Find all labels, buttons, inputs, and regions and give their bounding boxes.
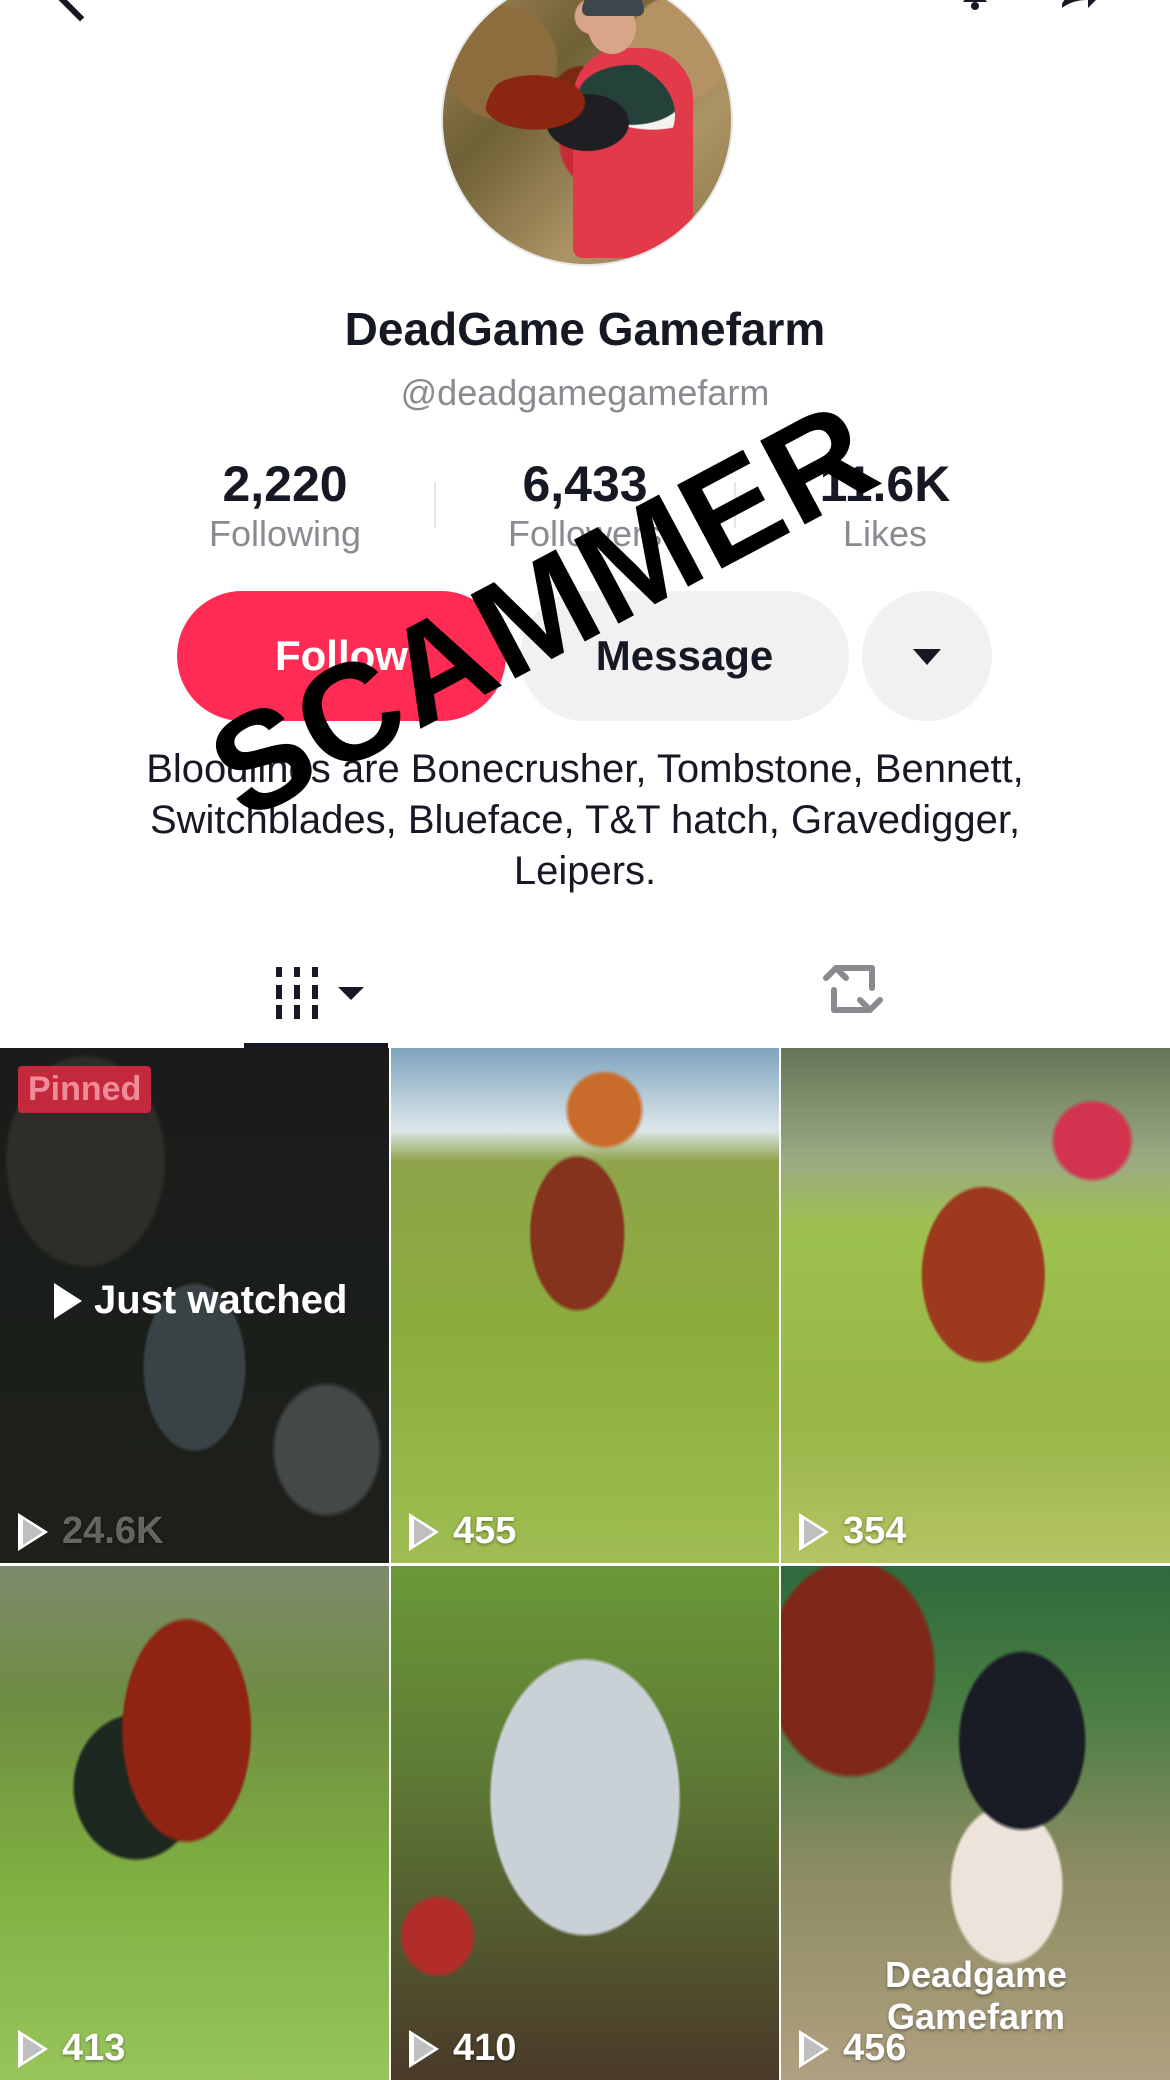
video-tile-5[interactable]: 410: [391, 1566, 779, 2080]
play-icon: [54, 1282, 82, 1319]
view-count: 413: [18, 2027, 125, 2070]
following-label: Following: [208, 513, 362, 554]
view-count: 24.6K: [18, 1510, 163, 1553]
pinned-badge: Pinned: [18, 1066, 152, 1113]
just-watched-label: Just watched: [94, 1278, 348, 1322]
view-count: 410: [409, 2027, 516, 2070]
view-count: 456: [799, 2027, 906, 2070]
view-count: 455: [409, 1510, 516, 1553]
play-icon: [799, 2029, 829, 2068]
view-count-text: 354: [843, 1510, 907, 1552]
following-count: 2,220: [222, 456, 348, 512]
message-button[interactable]: Message: [520, 591, 849, 721]
stat-divider: [434, 482, 436, 528]
bell-icon[interactable]: [960, 0, 990, 10]
more-options-button[interactable]: [862, 591, 992, 721]
play-icon: [18, 1512, 48, 1551]
grid-icon: [276, 967, 318, 1019]
video-grid: Pinned Just watched 24.6K 455 354 413 41…: [0, 1048, 1170, 2080]
share-icon[interactable]: [1058, 0, 1104, 12]
likes-count: 11.6K: [819, 456, 951, 512]
followers-label: Followers: [507, 513, 663, 554]
video-tile-2[interactable]: 455: [391, 1048, 779, 1563]
video-tile-4[interactable]: 413: [0, 1566, 389, 2080]
just-watched-overlay: Just watched: [54, 1278, 347, 1323]
video-tile-1[interactable]: Pinned Just watched 24.6K: [0, 1048, 389, 1563]
video-tile-3[interactable]: 354: [781, 1048, 1170, 1563]
display-name: DeadGame Gamefarm: [344, 303, 826, 355]
video-caption: Deadgame Gamefarm: [884, 1954, 1068, 2037]
avatar[interactable]: [441, 0, 733, 266]
avatar-cap: [582, 0, 644, 16]
view-count: 354: [799, 1510, 906, 1553]
view-count-text: 413: [62, 2027, 126, 2069]
chevron-down-icon: [338, 987, 364, 1000]
video-tile-6[interactable]: Deadgame Gamefarm 456: [781, 1566, 1170, 2080]
play-icon: [409, 1512, 439, 1551]
view-count-text: 24.6K: [62, 1510, 164, 1552]
tab-videos[interactable]: [244, 957, 388, 1045]
stat-following[interactable]: 2,220 Following: [170, 455, 400, 555]
stat-followers[interactable]: 6,433 Followers: [470, 455, 700, 555]
view-count-text: 410: [453, 2027, 517, 2069]
play-icon: [18, 2029, 48, 2068]
view-count-text: 455: [453, 1510, 517, 1552]
play-icon: [409, 2029, 439, 2068]
repost-icon[interactable]: [818, 958, 888, 1020]
likes-label: Likes: [842, 513, 928, 554]
avatar-rooster: [485, 52, 675, 178]
stat-divider: [734, 482, 736, 528]
stat-likes[interactable]: 11.6K Likes: [770, 455, 1000, 555]
bio: Bloodlines are Bonecrusher, Tombstone, B…: [146, 747, 1024, 893]
followers-count: 6,433: [522, 456, 648, 512]
username[interactable]: @deadgamegamefarm: [0, 372, 1170, 414]
play-icon: [799, 1512, 829, 1551]
back-icon[interactable]: [54, 0, 106, 22]
follow-button[interactable]: Follow: [177, 591, 506, 721]
view-count-text: 456: [843, 2027, 907, 2069]
